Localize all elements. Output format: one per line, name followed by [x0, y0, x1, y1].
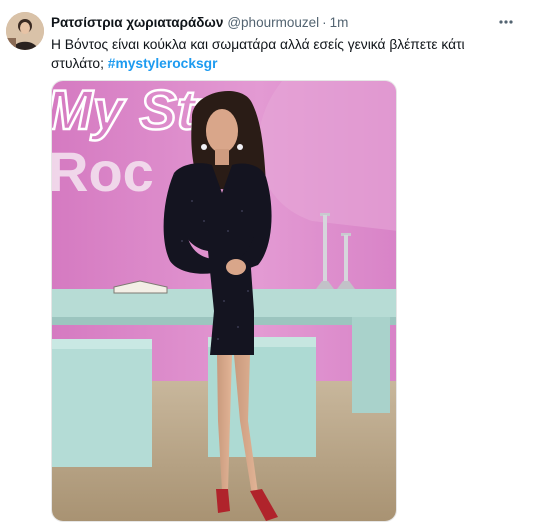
- user-handle[interactable]: @phourmouzel: [227, 15, 319, 30]
- timestamp[interactable]: 1m: [330, 15, 349, 30]
- tweet-card[interactable]: Ρατσίστρια χωριαταράδων @phourmouzel · 1…: [0, 0, 537, 522]
- display-name[interactable]: Ρατσίστρια χωριαταράδων: [51, 15, 223, 30]
- left-pedestal: [52, 339, 152, 467]
- tweet-photo[interactable]: My Sty Roc: [51, 80, 397, 522]
- backdrop-logo-line2: Roc: [52, 140, 154, 203]
- more-horizontal-icon[interactable]: [495, 12, 517, 32]
- hashtag-link[interactable]: #mystylerocksgr: [108, 56, 218, 71]
- profile-avatar[interactable]: [6, 12, 44, 50]
- separator-dot: ·: [322, 14, 327, 30]
- tweet-header: Ρατσίστρια χωριαταράδων @phourmouzel · 1…: [51, 13, 348, 31]
- tweet-text: Η Βόντος είναι κούκλα και σωματάρα αλλά …: [51, 35, 471, 73]
